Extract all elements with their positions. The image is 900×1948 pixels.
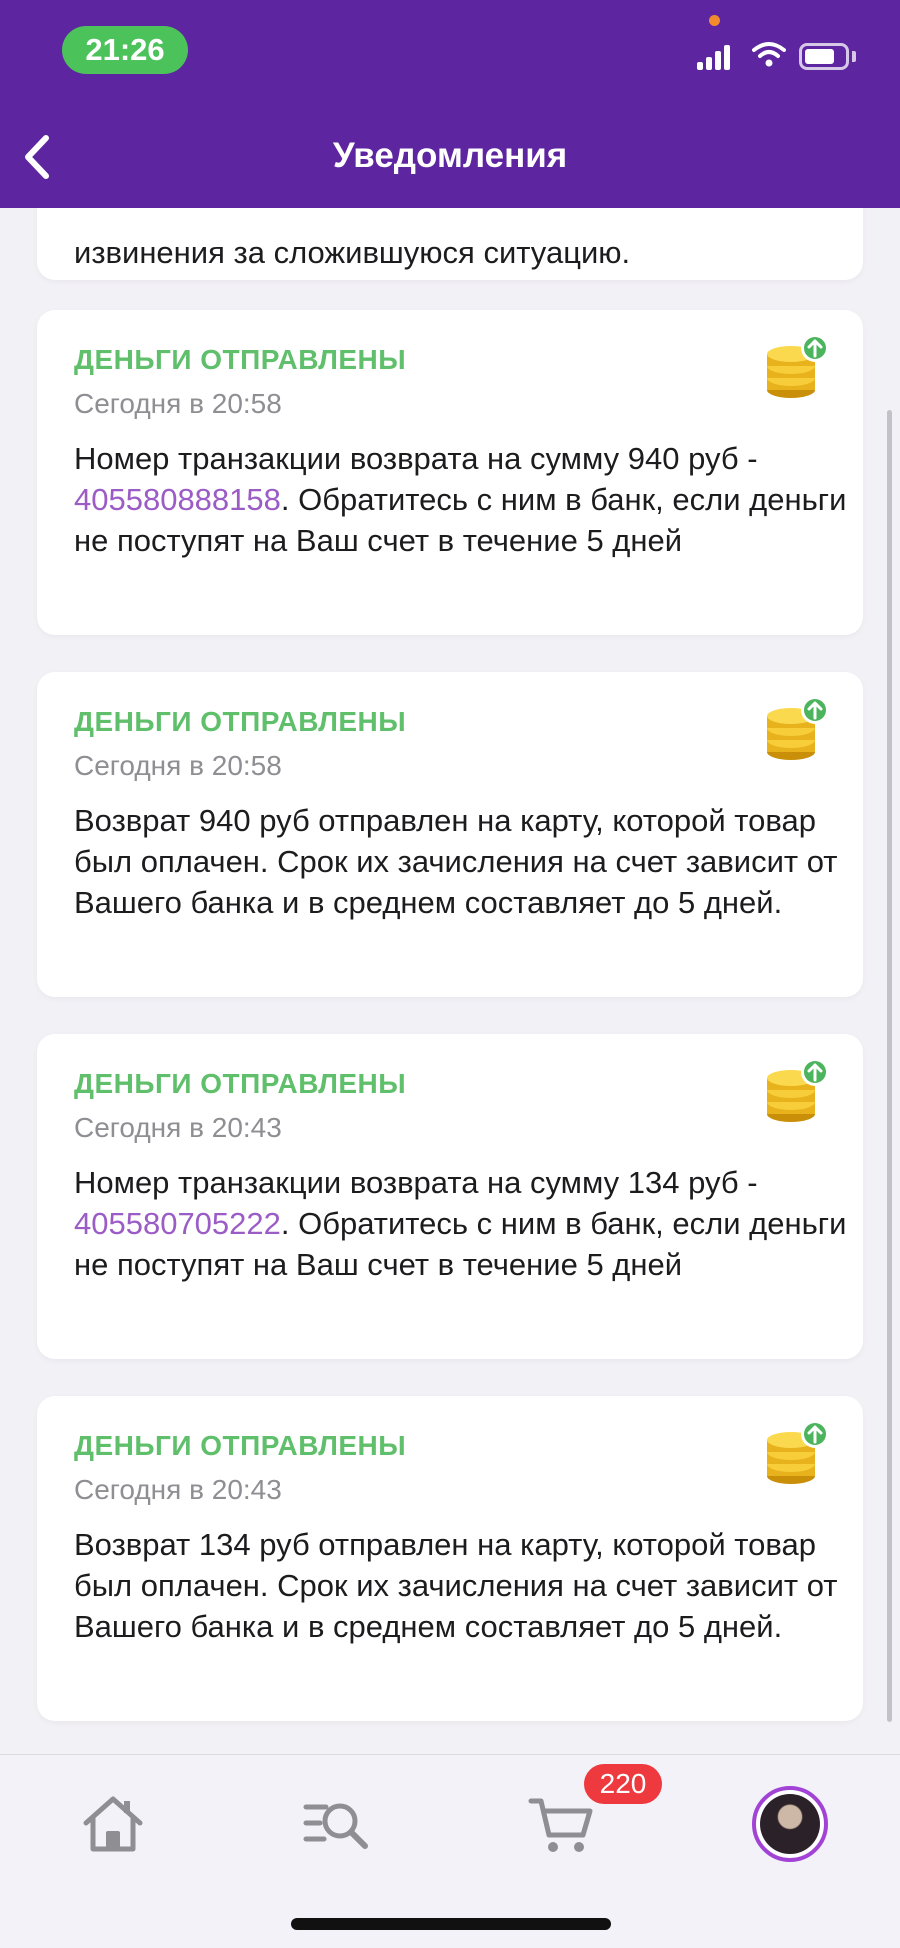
transaction-link[interactable]: 405580888158 (74, 482, 281, 517)
notification-title: ДЕНЬГИ ОТПРАВЛЕНЫ (74, 344, 407, 375)
notification-card[interactable]: ДЕНЬГИ ОТПРАВЛЕНЫ Сегодня в 20:43 Возвра… (37, 1396, 863, 1721)
notifications-list[interactable]: извинения за сложившуюся ситуацию. ДЕНЬГ… (0, 208, 900, 1754)
notification-title: ДЕНЬГИ ОТПРАВЛЕНЫ (74, 1430, 407, 1461)
search-list-icon (303, 1803, 368, 1849)
notification-text: Номер транзакции возврата на сумму 134 р… (74, 1165, 847, 1282)
notification-title: ДЕНЬГИ ОТПРАВЛЕНЫ (74, 1068, 407, 1099)
notification-date: Сегодня в 20:43 (74, 1112, 282, 1143)
transaction-link[interactable]: 405580705222 (74, 1206, 281, 1241)
notification-card[interactable]: ДЕНЬГИ ОТПРАВЛЕНЫ Сегодня в 20:58 Номер … (37, 310, 863, 635)
notification-date: Сегодня в 20:58 (74, 388, 282, 419)
tab-catalog-search[interactable] (302, 1789, 372, 1859)
notification-date: Сегодня в 20:43 (74, 1474, 282, 1505)
tab-profile[interactable] (752, 1786, 828, 1862)
battery-cap (852, 51, 856, 62)
notification-text: Возврат 940 руб отправлен на карту, кото… (74, 803, 838, 920)
battery-level (805, 49, 834, 64)
scrollbar[interactable] (887, 410, 892, 1722)
header: 21:26 Уведомления (0, 0, 900, 208)
cart-icon (528, 1798, 593, 1852)
coins-icon (767, 1420, 829, 1484)
tab-home[interactable] (78, 1789, 148, 1859)
tab-cart[interactable] (527, 1789, 597, 1859)
home-icon (83, 1796, 143, 1852)
cart-count-badge: 220 (584, 1764, 662, 1804)
home-indicator[interactable] (291, 1918, 611, 1930)
coins-icon (767, 1058, 829, 1122)
signal-icon (697, 42, 731, 70)
wifi-icon (752, 42, 786, 67)
notification-text: Возврат 134 руб отправлен на карту, кото… (74, 1527, 838, 1644)
coins-icon (767, 334, 829, 398)
notification-card[interactable]: ДЕНЬГИ ОТПРАВЛЕНЫ Сегодня в 20:58 Возвра… (37, 672, 863, 997)
notification-text: Номер транзакции возврата на сумму 940 р… (74, 441, 847, 558)
battery-icon (799, 43, 849, 70)
avatar-photo (760, 1794, 820, 1854)
page-title: Уведомления (332, 136, 568, 175)
notification-title: ДЕНЬГИ ОТПРАВЛЕНЫ (74, 706, 407, 737)
avatar (752, 1786, 828, 1862)
notification-text: извинения за сложившуюся ситуацию. (74, 235, 631, 270)
status-time: 21:26 (62, 26, 188, 74)
notification-card-partial: извинения за сложившуюся ситуацию. (37, 208, 863, 280)
privacy-indicator-dot (709, 15, 720, 26)
notification-card[interactable]: ДЕНЬГИ ОТПРАВЛЕНЫ Сегодня в 20:43 Номер … (37, 1034, 863, 1359)
coins-icon (767, 696, 829, 760)
notification-date: Сегодня в 20:58 (74, 750, 282, 781)
